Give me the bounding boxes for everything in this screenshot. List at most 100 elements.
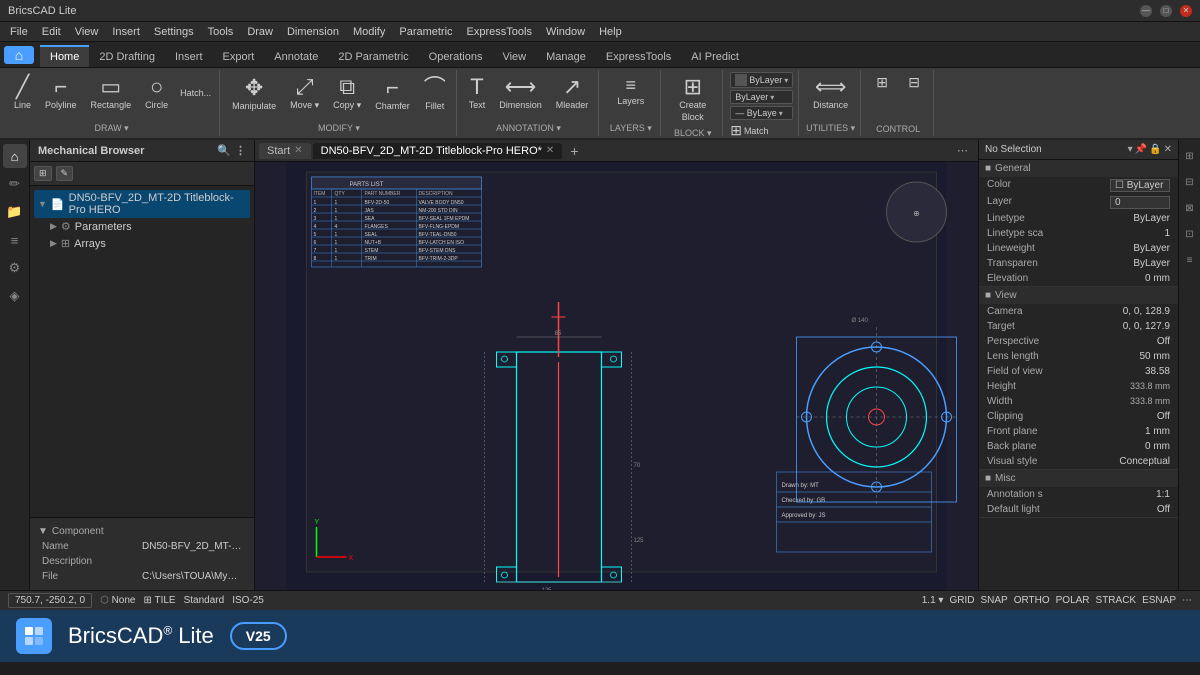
tile-btn[interactable]: ⊞ TILE: [143, 595, 175, 606]
draw-circle-btn[interactable]: ○Circle: [139, 72, 174, 114]
tab-manage[interactable]: Manage: [536, 45, 596, 67]
component-name-key: Name: [42, 541, 69, 552]
tab-expresstools[interactable]: ExpressTools: [596, 45, 681, 67]
draw-rectangle-btn[interactable]: ▭Rectangle: [85, 72, 138, 114]
props-filter-btn[interactable]: ▾: [1128, 144, 1133, 155]
esnap-btn[interactable]: ESNAP: [1142, 595, 1176, 606]
bylayer-linetype-btn[interactable]: — ByLaye ▾: [730, 106, 793, 120]
tree-item-arrays[interactable]: ▶ ⊞ Arrays: [34, 235, 250, 252]
sidebar-home-icon[interactable]: ⌂: [3, 144, 27, 168]
tab-start-close[interactable]: ✕: [294, 145, 302, 156]
panel-menu-icon[interactable]: ⋮: [235, 144, 246, 157]
tree-item-params[interactable]: ▶ ⚙ Parameters: [34, 218, 250, 235]
grid-btn[interactable]: GRID: [949, 595, 974, 606]
menu-help[interactable]: Help: [593, 24, 628, 40]
layers-btn[interactable]: ≡Layers: [611, 72, 650, 110]
menu-file[interactable]: File: [4, 24, 34, 40]
panel-search-icon[interactable]: 🔍: [217, 144, 231, 157]
props-lock-btn[interactable]: 🔒: [1149, 144, 1161, 155]
right-icon-2[interactable]: ⊟: [1178, 170, 1200, 194]
zoom-display[interactable]: 1.1 ▾: [922, 595, 944, 606]
ortho-btn[interactable]: ORTHO: [1014, 595, 1050, 606]
right-icon-1[interactable]: ⊞: [1178, 144, 1200, 168]
sidebar-draw-icon[interactable]: ✏: [3, 172, 27, 196]
menu-edit[interactable]: Edit: [36, 24, 67, 40]
right-icon-5[interactable]: ≡: [1178, 248, 1200, 272]
component-section-title[interactable]: ▼ Component: [38, 524, 246, 539]
sidebar-layers-icon[interactable]: ≡: [3, 228, 27, 252]
bylayer-color-btn[interactable]: ByLayer ▾: [730, 72, 793, 88]
tab-view[interactable]: View: [492, 45, 536, 67]
panel-btn1[interactable]: ⊞: [34, 166, 52, 181]
color-val[interactable]: ☐ ByLayer: [1110, 179, 1170, 192]
more-btn[interactable]: ⋯: [1182, 595, 1192, 606]
menu-draw[interactable]: Draw: [241, 24, 279, 40]
props-close-btn[interactable]: ✕: [1164, 144, 1172, 155]
close-button[interactable]: ✕: [1180, 5, 1192, 17]
draw-hatch-btn[interactable]: Hatch...: [176, 86, 215, 100]
tab-overflow-btn[interactable]: ⋯: [951, 142, 974, 159]
add-tab-btn[interactable]: +: [564, 141, 584, 161]
tree-item-root[interactable]: ▼ 📄 DN50-BFV_2D_MT-2D Titleblock-Pro HER…: [34, 190, 250, 218]
menu-view[interactable]: View: [69, 24, 105, 40]
tab-drawing-close[interactable]: ✕: [546, 145, 554, 156]
bylayer-layer-btn[interactable]: ByLayer ▾: [730, 90, 793, 104]
menu-insert[interactable]: Insert: [106, 24, 146, 40]
status-right: 1.1 ▾ GRID SNAP ORTHO POLAR STRACK ESNAP…: [922, 595, 1192, 606]
draw-polyline-btn[interactable]: ⌐Polyline: [39, 72, 83, 114]
control-btn2[interactable]: ⊟: [899, 72, 929, 93]
tab-ai-predict[interactable]: AI Predict: [681, 45, 749, 67]
lens-val: 50 mm: [1139, 351, 1170, 362]
svg-text:STEM: STEM: [365, 248, 379, 254]
draw-line-btn[interactable]: ╱Line: [8, 72, 37, 114]
menu-window[interactable]: Window: [540, 24, 591, 40]
misc-section-header[interactable]: ■Misc: [979, 470, 1178, 487]
right-icon-3[interactable]: ⊠: [1178, 196, 1200, 220]
menu-dimension[interactable]: Dimension: [281, 24, 345, 40]
tab-drawing[interactable]: DN50-BFV_2D_MT-2D Titleblock-Pro HERO* ✕: [313, 143, 563, 159]
minimize-button[interactable]: —: [1140, 5, 1152, 17]
modify-chamfer-btn[interactable]: ⌐Chamfer: [369, 73, 416, 115]
annotation-text-btn[interactable]: TText: [463, 72, 492, 114]
sidebar-render-icon[interactable]: ◈: [3, 284, 27, 308]
tab-start[interactable]: Start ✕: [259, 143, 311, 159]
linetype-scale-val: 1: [1164, 228, 1170, 239]
match-btn[interactable]: ⊞ Match: [730, 122, 793, 139]
modify-move-btn[interactable]: ⤢Move ▾: [284, 72, 325, 115]
modify-fillet-btn[interactable]: ⌒Fillet: [418, 73, 452, 115]
tree-params-label: Parameters: [75, 221, 132, 233]
control-btn[interactable]: ⊞: [867, 72, 897, 93]
strack-btn[interactable]: STRACK: [1096, 595, 1137, 606]
menu-modify[interactable]: Modify: [347, 24, 391, 40]
maximize-button[interactable]: □: [1160, 5, 1172, 17]
tab-2d-parametric[interactable]: 2D Parametric: [328, 45, 418, 67]
annotation-dimension-btn[interactable]: ⟷Dimension: [493, 72, 548, 114]
tab-operations[interactable]: Operations: [419, 45, 493, 67]
tab-insert[interactable]: Insert: [165, 45, 213, 67]
right-icon-4[interactable]: ⊡: [1178, 222, 1200, 246]
menu-settings[interactable]: Settings: [148, 24, 200, 40]
menu-tools[interactable]: Tools: [202, 24, 240, 40]
menu-expresstools[interactable]: ExpressTools: [461, 24, 538, 40]
props-pin-btn[interactable]: 📌: [1135, 144, 1147, 155]
polar-btn[interactable]: POLAR: [1056, 595, 1090, 606]
menu-parametric[interactable]: Parametric: [393, 24, 458, 40]
tab-home[interactable]: Home: [40, 45, 89, 67]
sidebar-properties-icon[interactable]: ⚙: [3, 256, 27, 280]
modify-copy-btn[interactable]: ⧉Copy ▾: [327, 72, 367, 115]
create-block-btn[interactable]: ⊞CreateBlock: [673, 72, 712, 126]
tab-2d-drafting[interactable]: 2D Drafting: [89, 45, 165, 67]
general-section-header[interactable]: ■General: [979, 160, 1178, 177]
tab-export[interactable]: Export: [213, 45, 265, 67]
snap-btn[interactable]: SNAP: [980, 595, 1007, 606]
sidebar-browser-icon[interactable]: 📁: [3, 200, 27, 224]
tab-annotate[interactable]: Annotate: [264, 45, 328, 67]
drawing-viewport[interactable]: Drawn by: MT Checked by: GB Approved by:…: [255, 162, 978, 590]
distance-btn[interactable]: ⟺Distance: [807, 72, 854, 114]
annotation-mleader-btn[interactable]: ↗Mleader: [550, 72, 595, 114]
panel-btn2[interactable]: ✎: [56, 166, 74, 181]
layer-val[interactable]: 0: [1110, 196, 1170, 209]
modify-manipulate-btn[interactable]: ✥Manipulate: [226, 73, 282, 115]
view-section-header[interactable]: ■View: [979, 287, 1178, 304]
home-icon-btn[interactable]: ⌂: [4, 46, 34, 64]
